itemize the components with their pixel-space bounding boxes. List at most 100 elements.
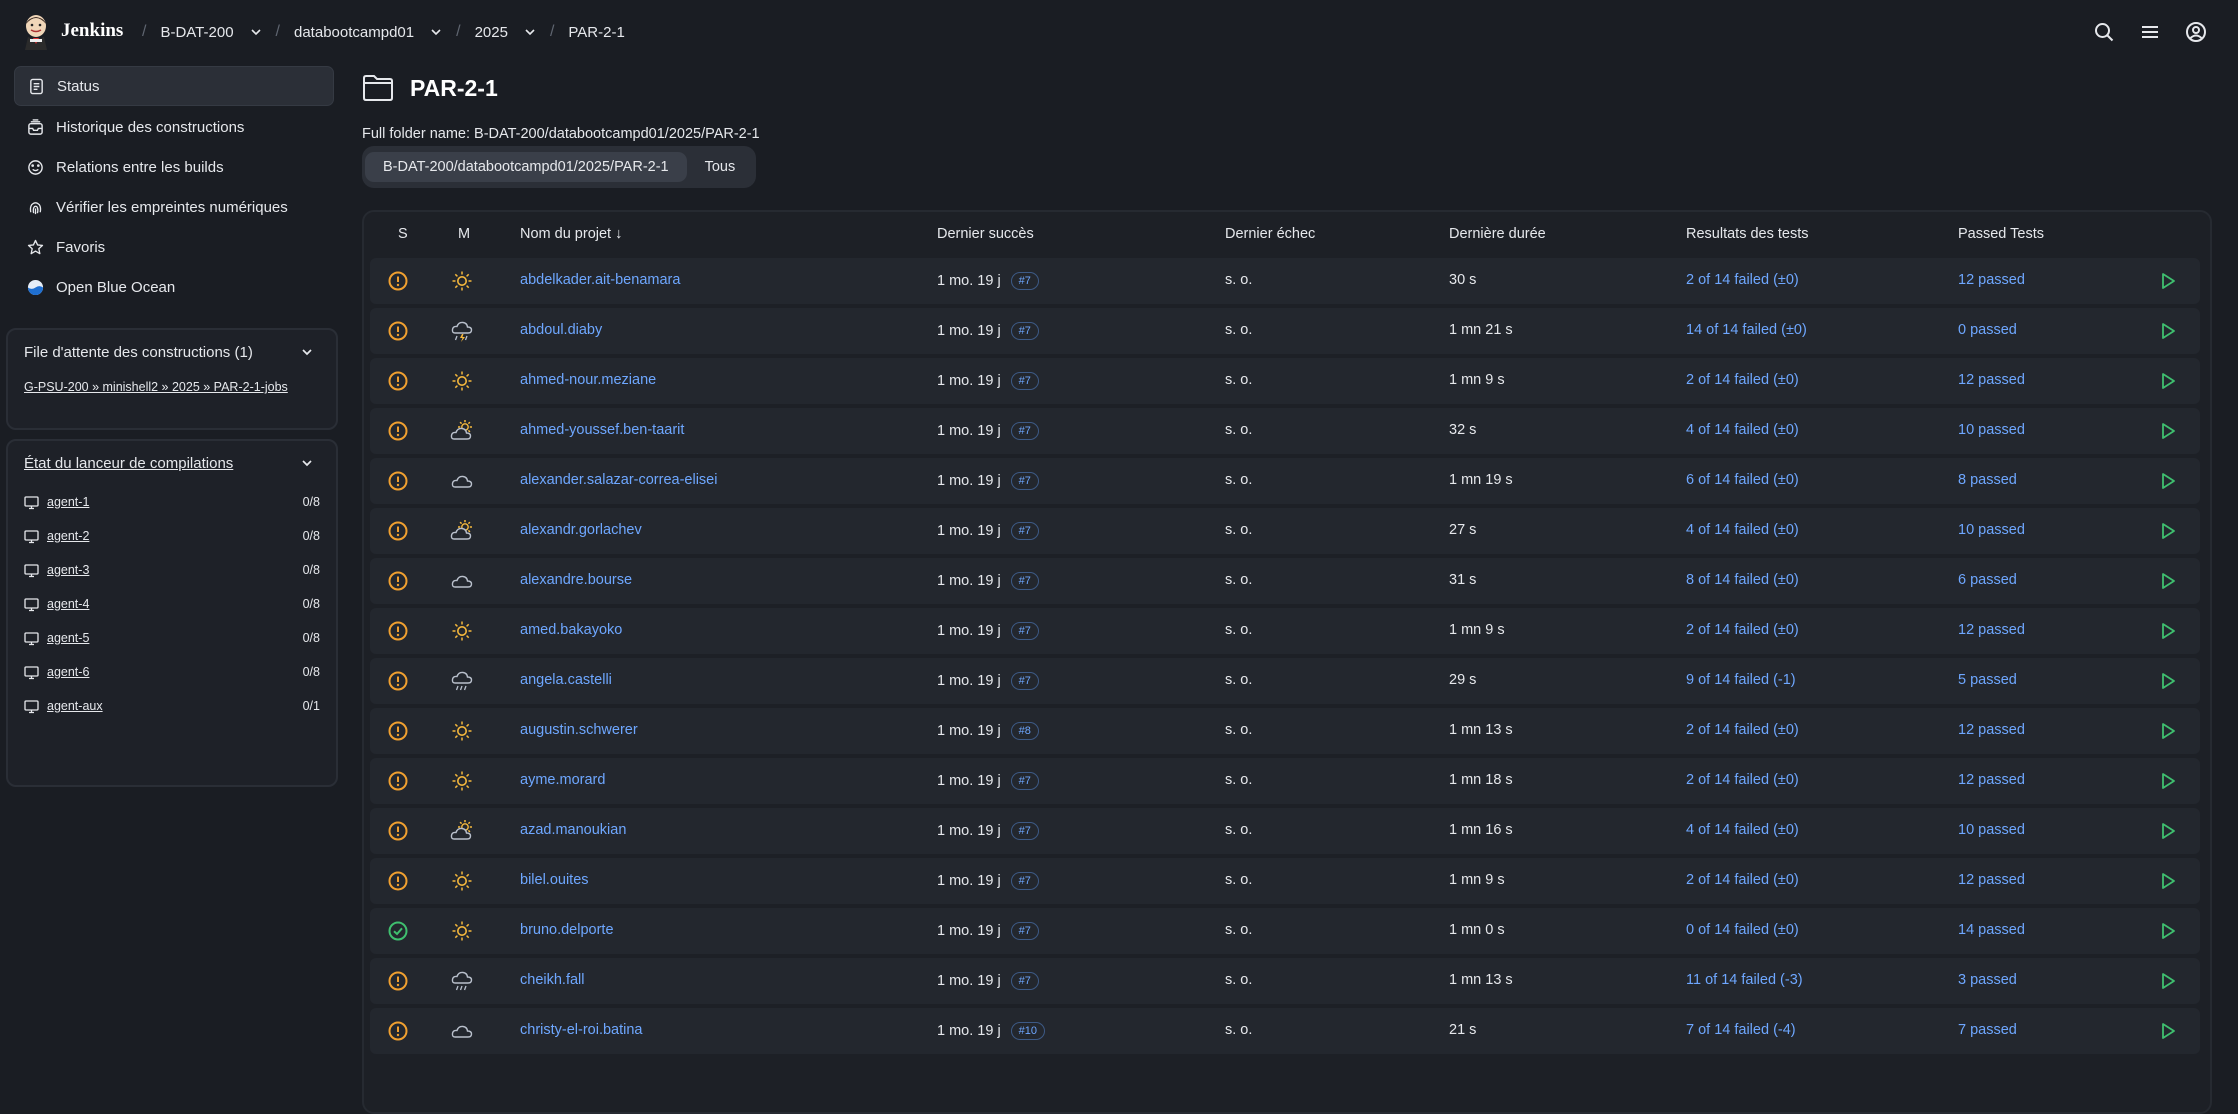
build-number-badge[interactable]: #7 [1010,272,1039,290]
project-link[interactable]: amed.bakayoko [520,622,622,638]
column-header-weather[interactable]: M [458,226,470,242]
weather-partly-cloudy-icon[interactable] [450,419,474,443]
project-link[interactable]: abdoul.diaby [520,322,602,338]
sidebar-item-favoris[interactable]: Favoris [14,228,332,266]
brand-name[interactable]: Jenkins [61,20,123,42]
project-link[interactable]: alexandre.bourse [520,572,632,588]
queue-item-link[interactable]: G-PSU-200 » minishell2 » 2025 » PAR-2-1-… [8,374,336,408]
breadcrumb-item-b-dat-200[interactable]: B-DAT-200 [160,24,261,41]
project-link[interactable]: alexander.salazar-correa-elisei [520,472,717,488]
build-number-badge[interactable]: #7 [1010,422,1039,440]
tab-tous[interactable]: Tous [687,152,754,182]
unstable-status-icon[interactable] [387,770,409,792]
project-link[interactable]: angela.castelli [520,672,612,688]
play-build-icon[interactable] [2158,371,2178,391]
play-build-icon[interactable] [2158,321,2178,341]
success-status-icon[interactable] [387,920,409,942]
breadcrumb-item-par-2-1[interactable]: PAR-2-1 [568,24,624,41]
unstable-status-icon[interactable] [387,520,409,542]
project-link[interactable]: bruno.delporte [520,922,614,938]
test-results-link[interactable]: 4 of 14 failed (±0) [1686,822,1799,838]
test-results-link[interactable]: 14 of 14 failed (±0) [1686,322,1807,338]
test-results-link[interactable]: 8 of 14 failed (±0) [1686,572,1799,588]
weather-sunny-icon[interactable] [450,619,474,643]
breadcrumb-item-databootcampd01[interactable]: databootcampd01 [294,24,442,41]
executor-status-title[interactable]: État du lanceur de compilations [24,455,233,472]
passed-tests-link[interactable]: 10 passed [1958,822,2025,838]
menu-icon[interactable] [2138,20,2162,44]
passed-tests-link[interactable]: 12 passed [1958,772,2025,788]
test-results-link[interactable]: 4 of 14 failed (±0) [1686,522,1799,538]
build-queue-header[interactable]: File d'attente des constructions (1) [8,330,336,374]
test-results-link[interactable]: 6 of 14 failed (±0) [1686,472,1799,488]
weather-sunny-icon[interactable] [450,919,474,943]
column-header-last-success[interactable]: Dernier succès [937,226,1034,242]
passed-tests-link[interactable]: 6 passed [1958,572,2017,588]
unstable-status-icon[interactable] [387,370,409,392]
column-header-status[interactable]: S [398,226,408,242]
build-number-badge[interactable]: #7 [1010,572,1039,590]
agent-link[interactable]: agent-3 [47,563,303,577]
project-link[interactable]: ayme.morard [520,772,605,788]
unstable-status-icon[interactable] [387,670,409,692]
unstable-status-icon[interactable] [387,1020,409,1042]
play-build-icon[interactable] [2158,821,2178,841]
test-results-link[interactable]: 2 of 14 failed (±0) [1686,772,1799,788]
unstable-status-icon[interactable] [387,870,409,892]
sidebar-item-relations[interactable]: Relations entre les builds [14,148,332,186]
project-link[interactable]: alexandr.gorlachev [520,522,642,538]
build-number-badge[interactable]: #7 [1010,472,1039,490]
agent-link[interactable]: agent-5 [47,631,303,645]
test-results-link[interactable]: 2 of 14 failed (±0) [1686,622,1799,638]
unstable-status-icon[interactable] [387,320,409,342]
passed-tests-link[interactable]: 8 passed [1958,472,2017,488]
build-number-badge[interactable]: #7 [1010,872,1039,890]
play-build-icon[interactable] [2158,1021,2178,1041]
weather-sunny-icon[interactable] [450,269,474,293]
build-number-badge[interactable]: #10 [1010,1022,1046,1040]
test-results-link[interactable]: 2 of 14 failed (±0) [1686,372,1799,388]
play-build-icon[interactable] [2158,271,2178,291]
project-link[interactable]: bilel.ouites [520,872,589,888]
play-build-icon[interactable] [2158,871,2178,891]
build-number-badge[interactable]: #7 [1010,522,1039,540]
weather-partly-cloudy-icon[interactable] [450,519,474,543]
build-number-badge[interactable]: #7 [1010,322,1039,340]
build-number-badge[interactable]: #8 [1010,722,1039,740]
play-build-icon[interactable] [2158,721,2178,741]
build-number-badge[interactable]: #7 [1010,922,1039,940]
project-link[interactable]: augustin.schwerer [520,722,638,738]
breadcrumb-item-2025[interactable]: 2025 [475,24,536,41]
test-results-link[interactable]: 0 of 14 failed (±0) [1686,922,1799,938]
weather-cloudy-icon[interactable] [450,469,474,493]
jenkins-logo[interactable] [22,14,50,50]
unstable-status-icon[interactable] [387,270,409,292]
play-build-icon[interactable] [2158,971,2178,991]
weather-cloudy-icon[interactable] [450,1019,474,1043]
play-build-icon[interactable] [2158,921,2178,941]
column-header-last-failure[interactable]: Dernier échec [1225,226,1315,242]
weather-storm-icon[interactable] [450,319,474,343]
test-results-link[interactable]: 9 of 14 failed (-1) [1686,672,1796,688]
test-results-link[interactable]: 2 of 14 failed (±0) [1686,722,1799,738]
build-number-badge[interactable]: #7 [1010,772,1039,790]
unstable-status-icon[interactable] [387,720,409,742]
passed-tests-link[interactable]: 14 passed [1958,922,2025,938]
weather-cloudy-icon[interactable] [450,569,474,593]
breadcrumb-label[interactable]: PAR-2-1 [568,24,624,41]
passed-tests-link[interactable]: 3 passed [1958,972,2017,988]
agent-link[interactable]: agent-1 [47,495,303,509]
passed-tests-link[interactable]: 12 passed [1958,872,2025,888]
weather-partly-cloudy-icon[interactable] [450,819,474,843]
passed-tests-link[interactable]: 7 passed [1958,1022,2017,1038]
project-link[interactable]: abdelkader.ait-benamara [520,272,680,288]
passed-tests-link[interactable]: 10 passed [1958,522,2025,538]
play-build-icon[interactable] [2158,571,2178,591]
build-number-badge[interactable]: #7 [1010,622,1039,640]
agent-link[interactable]: agent-4 [47,597,303,611]
play-build-icon[interactable] [2158,471,2178,491]
agent-link[interactable]: agent-6 [47,665,303,679]
weather-rain-icon[interactable] [450,969,474,993]
play-build-icon[interactable] [2158,671,2178,691]
test-results-link[interactable]: 7 of 14 failed (-4) [1686,1022,1796,1038]
